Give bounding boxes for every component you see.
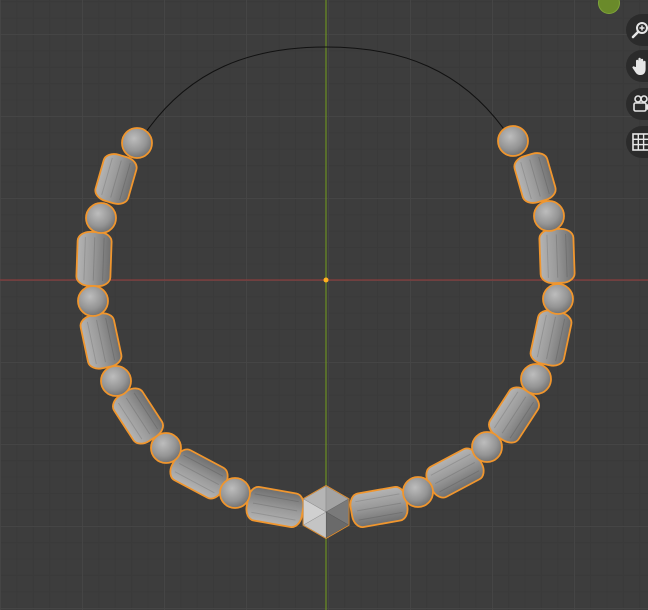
sphere-bead[interactable] — [219, 477, 251, 509]
sphere-bead[interactable] — [542, 283, 574, 315]
sphere-bead[interactable] — [533, 200, 565, 232]
sphere-bead[interactable] — [497, 125, 529, 157]
3d-viewport[interactable] — [0, 0, 648, 610]
capsule-bead[interactable] — [538, 227, 576, 285]
capsule-bead[interactable] — [79, 311, 123, 371]
scene-canvas[interactable] — [0, 0, 648, 610]
sphere-bead[interactable] — [77, 285, 109, 317]
sphere-bead[interactable] — [471, 431, 503, 463]
center-hex-bead[interactable] — [302, 484, 350, 540]
sphere-bead[interactable] — [100, 365, 132, 397]
sphere-bead[interactable] — [520, 363, 552, 395]
capsule-bead[interactable] — [93, 151, 139, 207]
sphere-bead[interactable] — [121, 127, 153, 159]
sphere-bead[interactable] — [85, 202, 117, 234]
sphere-bead[interactable] — [150, 432, 182, 464]
capsule-bead[interactable] — [75, 230, 113, 288]
sphere-bead[interactable] — [402, 476, 434, 508]
capsule-bead[interactable] — [348, 485, 409, 528]
capsule-bead[interactable] — [512, 150, 558, 206]
origin-point — [323, 277, 329, 283]
capsule-bead[interactable] — [529, 308, 573, 368]
capsule-bead[interactable] — [244, 485, 305, 528]
